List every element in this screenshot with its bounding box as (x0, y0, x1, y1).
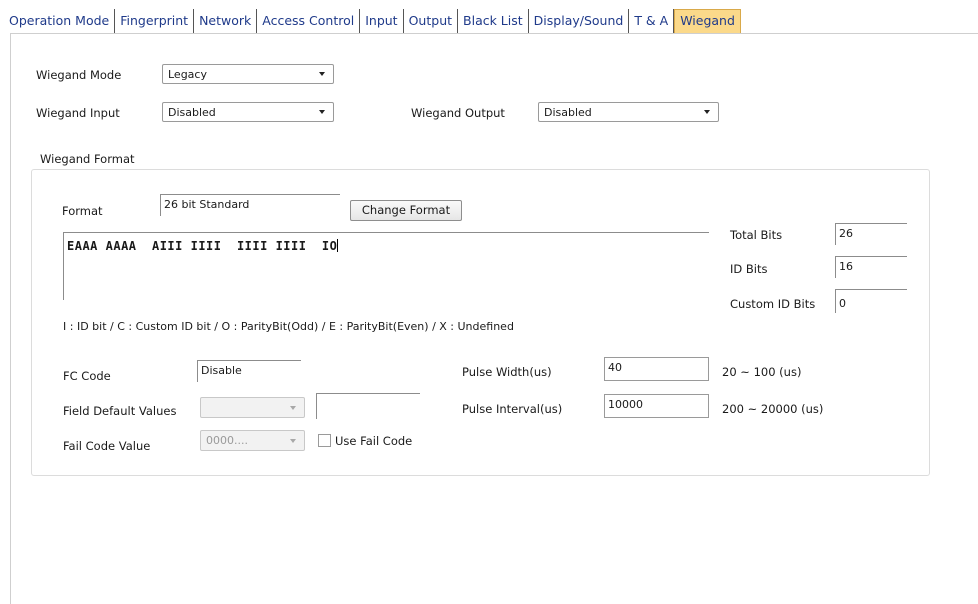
bit-map-field[interactable]: EAAA AAAA AIII IIII IIII IIII IO (63, 232, 709, 300)
chevron-down-icon (319, 72, 325, 76)
pulse-interval-label: Pulse Interval(us) (462, 402, 563, 416)
wiegand-input-dropdown[interactable]: Disabled (162, 102, 334, 122)
pulse-width-field[interactable]: 40 (604, 357, 709, 381)
tab-display-sound[interactable]: Display/Sound (529, 9, 630, 33)
custom-id-bits-label: Custom ID Bits (730, 297, 816, 311)
wiegand-input-value: Disabled (168, 105, 216, 119)
tab-black-list[interactable]: Black List (458, 9, 529, 33)
id-bits-label: ID Bits (730, 262, 768, 276)
wiegand-input-label: Wiegand Input (36, 106, 120, 120)
format-field[interactable]: 26 bit Standard (160, 194, 340, 216)
fail-code-value-value: 0000.... (206, 434, 248, 447)
tab-fingerprint[interactable]: Fingerprint (115, 9, 195, 33)
bit-map-value: EAAA AAAA AIII IIII IIII IIII IO (67, 239, 338, 253)
fc-code-label: FC Code (63, 369, 111, 383)
chevron-down-icon (704, 110, 710, 114)
tab-page-border-left (10, 33, 11, 604)
wiegand-mode-value: Legacy (168, 67, 207, 81)
wiegand-output-dropdown[interactable]: Disabled (538, 102, 719, 122)
pulse-interval-range: 200 ~ 20000 (us) (722, 402, 824, 416)
id-bits-field[interactable]: 16 (835, 256, 907, 278)
chevron-down-icon (290, 438, 296, 443)
field-default-values-label: Field Default Values (63, 404, 177, 418)
wiegand-format-title: Wiegand Format (38, 152, 139, 166)
pulse-interval-field[interactable]: 10000 (604, 394, 709, 418)
chevron-down-icon (319, 110, 325, 114)
use-fail-code-label: Use Fail Code (335, 434, 413, 448)
tab-output[interactable]: Output (404, 9, 459, 33)
tab-input[interactable]: Input (360, 9, 404, 33)
use-fail-code-checkbox[interactable] (318, 434, 331, 447)
tab-operation-mode[interactable]: Operation Mode (4, 9, 116, 33)
fail-code-value-dropdown[interactable]: 0000.... (200, 430, 305, 451)
tab-t-and-a[interactable]: T & A (629, 9, 675, 33)
format-label: Format (62, 204, 103, 218)
chevron-down-icon (290, 405, 296, 410)
fc-code-field[interactable]: Disable (197, 360, 301, 382)
text-caret (337, 239, 339, 252)
pulse-width-range: 20 ~ 100 (us) (722, 365, 802, 379)
field-default-values-text[interactable] (316, 393, 420, 419)
pulse-width-label: Pulse Width(us) (462, 365, 552, 379)
bit-legend: I : ID bit / C : Custom ID bit / O : Par… (63, 320, 514, 333)
tab-wiegand[interactable]: Wiegand (674, 9, 741, 33)
fail-code-value-label: Fail Code Value (63, 439, 151, 453)
tab-strip: Operation Mode Fingerprint Network Acces… (4, 9, 741, 33)
bit-map-text: EAAA AAAA AIII IIII IIII IIII IO (67, 239, 339, 253)
change-format-button[interactable]: Change Format (350, 200, 462, 221)
wiegand-output-label: Wiegand Output (411, 106, 505, 120)
total-bits-label: Total Bits (730, 228, 783, 242)
total-bits-field[interactable]: 26 (835, 223, 907, 245)
wiegand-output-value: Disabled (544, 105, 592, 119)
wiegand-mode-label: Wiegand Mode (36, 68, 122, 82)
custom-id-bits-field[interactable]: 0 (835, 289, 907, 313)
tab-access-control[interactable]: Access Control (257, 9, 361, 33)
tab-network[interactable]: Network (194, 9, 258, 33)
tab-bar: Operation Mode Fingerprint Network Acces… (0, 0, 978, 40)
wiegand-mode-dropdown[interactable]: Legacy (162, 64, 334, 84)
field-default-values-dropdown[interactable] (200, 397, 305, 418)
tab-page-border-top (10, 33, 978, 34)
